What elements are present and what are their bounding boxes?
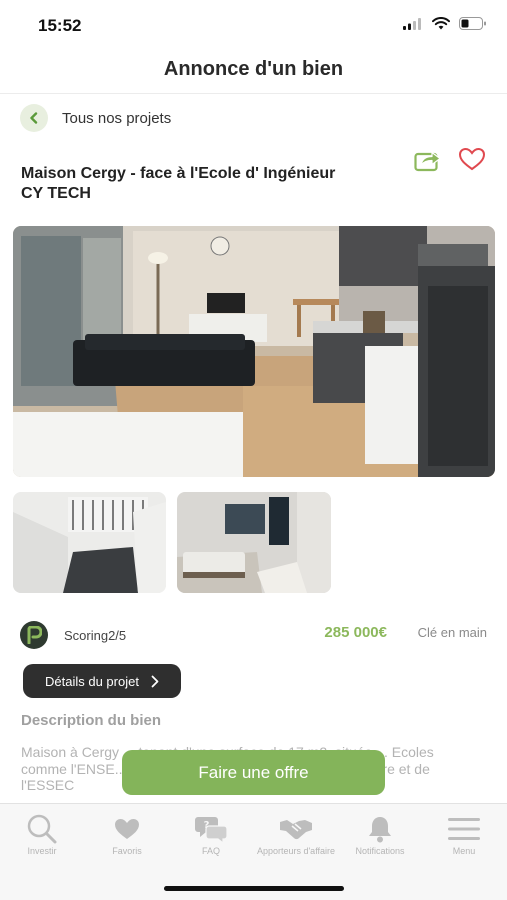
description-title: Description du bien	[21, 712, 162, 729]
signal-icon	[403, 17, 421, 30]
search-icon	[27, 814, 57, 844]
menu-icon	[448, 818, 480, 840]
heart-icon	[115, 819, 139, 839]
price: 285 000€	[324, 624, 387, 641]
main-photo[interactable]	[13, 226, 495, 477]
status-time: 15:52	[38, 16, 82, 35]
apartment-living-room-photo	[13, 226, 495, 477]
tab-label-notifications: Notifications	[355, 846, 405, 856]
staircase-photo	[13, 492, 166, 593]
page-title: Annonce d'un bien	[163, 58, 344, 80]
share-icon	[414, 151, 441, 172]
svg-text:?: ?	[204, 820, 210, 831]
scoring-logo-icon	[20, 621, 48, 649]
bell-icon	[369, 817, 391, 843]
tab-label-investir: Investir	[27, 846, 57, 856]
heart-outline-icon	[458, 147, 486, 171]
share-button[interactable]	[414, 146, 442, 172]
status-bar: 15:52	[0, 0, 507, 50]
home-indicator[interactable]	[164, 886, 344, 891]
scoring-label: Scoring2/5	[64, 627, 127, 643]
tab-label-faq: FAQ	[201, 846, 220, 856]
make-offer-label: Faire une offre	[198, 762, 309, 782]
tab-menu[interactable]: Menu	[419, 814, 507, 856]
bedroom-photo	[177, 492, 331, 593]
battery-icon	[459, 17, 486, 30]
wifi-icon	[432, 17, 450, 30]
scoring-row: Scoring2/5	[20, 621, 126, 649]
tab-apporteurs-affaire[interactable]: Apporteurs d'affaire	[251, 814, 341, 856]
bottom-tab-bar: Investir Favoris ? FAQ Apporteurs d'affa…	[0, 803, 507, 900]
condition-label: Clé en main	[417, 625, 487, 640]
project-details-button[interactable]: Détails du projet	[23, 664, 181, 698]
header-divider	[0, 93, 507, 94]
tab-label-menu: Menu	[452, 846, 476, 856]
project-details-label: Détails du projet	[45, 673, 139, 689]
tab-investir[interactable]: Investir	[0, 814, 87, 856]
tab-faq[interactable]: ? FAQ	[166, 814, 256, 856]
make-offer-button[interactable]: Faire une offre	[122, 750, 385, 795]
chevron-right-icon	[151, 675, 159, 687]
thumbnail-photo-1[interactable]	[13, 492, 166, 593]
handshake-icon	[280, 820, 312, 840]
tab-notifications[interactable]: Notifications	[335, 814, 425, 856]
favorite-button[interactable]	[458, 147, 486, 171]
back-button[interactable]	[20, 104, 48, 132]
listing-title: Maison Cergy - face à l'Ecole d' Ingénie…	[21, 165, 336, 202]
tab-label-apporteurs-affaire: Apporteurs d'affaire	[256, 846, 336, 856]
faq-icon: ?	[195, 817, 227, 844]
thumbnail-photo-2[interactable]	[177, 492, 331, 593]
back-label[interactable]: Tous nos projets	[62, 110, 171, 127]
tab-label-favoris: Favoris	[112, 846, 142, 856]
status-icons	[403, 17, 487, 30]
tab-favoris[interactable]: Favoris	[82, 814, 172, 856]
back-link[interactable]: Tous nos projets	[20, 104, 171, 132]
chevron-left-icon	[30, 112, 38, 124]
